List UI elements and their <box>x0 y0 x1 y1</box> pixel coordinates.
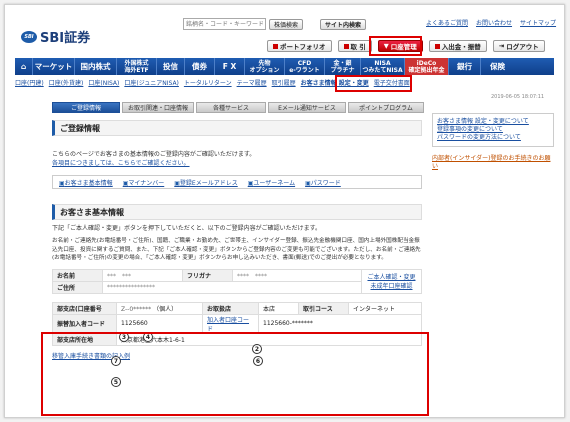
link-password[interactable]: パスワード <box>305 178 341 187</box>
stock-search-button[interactable]: 株価検索 <box>269 18 304 30</box>
basic-info-section-title: お客さま基本情報 <box>52 204 422 220</box>
deposit-label: 入出金・振替 <box>441 43 481 51</box>
broker-code-label: 振替加入者コード <box>52 313 117 334</box>
subnav-total-return[interactable]: トータルリターン <box>184 78 232 89</box>
broker-code-value: 1125660 <box>116 313 203 334</box>
basic-info-line1: 下記「ご本人確認・変更」ボタンを押下していただくと、以下のご登録内容がご確認いた… <box>52 225 321 232</box>
nav-cfd[interactable]: CFD e-ワラント <box>285 58 325 75</box>
verify-change-link[interactable]: ご本人確認・変更 <box>366 272 417 281</box>
sidebar: お客さま情報 設定・変更について 登録事項の変更について パスワードの変更方法に… <box>432 113 554 171</box>
nav-gold[interactable]: 金・銀 プラチナ <box>325 58 361 75</box>
registration-desc-link[interactable]: 各項目につきましては、こちらでご確認ください。 <box>52 159 422 168</box>
furigana-value: **** **** <box>232 268 362 282</box>
subnav-theme[interactable]: テーマ履歴 <box>237 78 267 89</box>
home-icon[interactable]: ⌂ <box>15 58 33 75</box>
subnav-nisa[interactable]: 口座(NISA) <box>88 78 119 89</box>
nav-fund[interactable]: 投信 <box>157 58 185 75</box>
nav-bank[interactable]: 銀行 <box>449 58 481 75</box>
search-area: 株価検索 サイト内検索 <box>183 18 367 30</box>
portfolio-label: ポートフォリオ <box>280 43 326 51</box>
office-label: お取扱店 <box>202 301 259 315</box>
tab-trading[interactable]: お取引関連・口座情報 <box>122 102 194 113</box>
nav-nisa[interactable]: NISA つみたてNISA <box>361 58 405 75</box>
sbi-logo-text: SBI証券 <box>40 31 91 46</box>
trade-button[interactable]: 取 引 <box>337 40 372 52</box>
faq-link[interactable]: よくあるご質問 <box>426 18 468 27</box>
subnav-history[interactable]: 取引履歴 <box>272 78 296 89</box>
nav-market[interactable]: マーケット <box>33 58 75 75</box>
site-search-button[interactable]: サイト内検索 <box>320 18 367 30</box>
name-value: *** *** <box>102 268 183 282</box>
browser-frame: SBI SBI証券 株価検索 サイト内検索 よくあるご質問 お問い合わせ サイト… <box>4 4 565 418</box>
furigana-label: フリガナ <box>182 268 233 282</box>
sitemap-link[interactable]: サイトマップ <box>520 18 556 27</box>
address-label: ご住所 <box>52 280 103 294</box>
personal-label: （個人） <box>153 305 178 313</box>
nav-ideco[interactable]: iDeCo 確定拠出年金 <box>405 58 449 75</box>
tab-services[interactable]: 各種サービス <box>196 102 266 113</box>
deposit-icon <box>434 43 440 49</box>
highlight-account-button <box>369 36 422 56</box>
link-username[interactable]: ユーザーネーム <box>248 178 295 187</box>
logout-label: ログアウト <box>506 43 539 51</box>
top-links: よくあるご質問 お問い合わせ サイトマップ <box>426 18 556 27</box>
registration-section-title: ご登録情報 <box>52 120 422 136</box>
sidebar-link-change[interactable]: 登録事項の変更について <box>437 126 549 134</box>
trade-label: 取 引 <box>350 43 366 51</box>
sidebar-link-settings[interactable]: お客さま情報 設定・変更について <box>437 118 549 126</box>
course-label: 取引コース <box>298 301 349 315</box>
logout-button[interactable]: ⇥ ログアウト <box>492 40 545 52</box>
branch-account-number: Z--0****** <box>121 305 152 313</box>
tab-points[interactable]: ポイントプログラム <box>348 102 424 113</box>
link-basic-info[interactable]: お客さま基本情報 <box>59 178 113 187</box>
subnav-junior-nisa[interactable]: 口座(ジュニアNISA) <box>124 78 179 89</box>
subnav-foreign[interactable]: 口座(外貨建) <box>49 78 84 89</box>
tab-bar: ご登録情報 お取引関連・口座情報 各種サービス Eメール通知サービス ポイントプ… <box>52 102 424 113</box>
main-nav: ⌂ マーケット 国内株式 外国株式 海外ETF 投信 債券 F X 先物 オプシ… <box>15 58 554 75</box>
highlight-customer-info <box>335 75 412 92</box>
basic-info-line2: お名前・ご連絡先(お電話番号・ご住所)、国籍、ご職業・お勤め先、ご世帯主、インサ… <box>52 238 421 261</box>
tab-email[interactable]: Eメール通知サービス <box>268 102 346 113</box>
link-email[interactable]: 登録Eメールアドレス <box>174 178 238 187</box>
sbi-logo-mark: SBI <box>21 30 37 43</box>
tab-registration[interactable]: ご登録情報 <box>52 102 120 113</box>
sidebar-insider-link[interactable]: 内部者(インサイダー)登録のお手続きのお願い <box>432 155 554 171</box>
sidebar-links-box: お客さま情報 設定・変更について 登録事項の変更について パスワードの変更方法に… <box>432 113 554 147</box>
office-value: 本店 <box>258 301 299 315</box>
contact-link[interactable]: お問い合わせ <box>476 18 512 27</box>
deposit-button[interactable]: 入出金・振替 <box>428 40 487 52</box>
portfolio-icon <box>273 43 278 49</box>
sbi-logo[interactable]: SBI SBI証券 <box>21 27 90 46</box>
registration-links: お客さま基本情報 マイナンバー 登録Eメールアドレス ユーザーネーム パスワード <box>52 175 422 189</box>
joint-code-value: 1125660-******* <box>258 313 422 334</box>
logout-icon: ⇥ <box>498 42 505 50</box>
course-value: インターネット <box>348 301 422 315</box>
nav-fx[interactable]: F X <box>215 58 245 75</box>
portfolio-button[interactable]: ポートフォリオ <box>267 40 332 52</box>
registration-desc: こちらのページでお客さまの基本情報のご登録内容がご確認いただけます。 <box>52 151 256 158</box>
branch-label: 部支店(口座番号 <box>52 301 117 315</box>
minor-account-link[interactable]: 未成年口座確認 <box>366 281 417 290</box>
branch-label-text: 部支店(口座番号 <box>57 305 102 313</box>
joint-code-label[interactable]: 加入者口座コード <box>202 313 259 334</box>
address-value: **************** <box>102 280 362 294</box>
sidebar-link-password[interactable]: パスワードの変更方法について <box>437 134 549 142</box>
sub-nav: 口座(円建) 口座(外貨建) 口座(NISA) 口座(ジュニアNISA) トータ… <box>15 78 554 89</box>
link-mynumber[interactable]: マイナンバー <box>123 178 164 187</box>
basic-info-table: お名前 *** *** フリガナ **** **** ご本人確認・変更 未成年口… <box>52 268 422 294</box>
name-label: お名前 <box>52 268 103 282</box>
search-input[interactable] <box>183 18 266 30</box>
branch-value: Z--0****** （個人） <box>116 301 203 315</box>
timestamp: 2019-06-05 18:07:11 <box>491 94 545 100</box>
nav-foreign-stock[interactable]: 外国株式 海外ETF <box>117 58 157 75</box>
joint-code-link[interactable]: 加入者口座コード <box>207 317 249 333</box>
verify-links-cell: ご本人確認・変更 未成年口座確認 <box>361 268 422 294</box>
nav-insurance[interactable]: 保険 <box>481 58 514 75</box>
highlight-account-info <box>41 332 429 416</box>
nav-domestic-stock[interactable]: 国内株式 <box>75 58 117 75</box>
trade-icon <box>343 43 349 49</box>
nav-bond[interactable]: 債券 <box>185 58 215 75</box>
subnav-yen[interactable]: 口座(円建) <box>15 78 44 89</box>
nav-futures[interactable]: 先物 オプション <box>245 58 285 75</box>
